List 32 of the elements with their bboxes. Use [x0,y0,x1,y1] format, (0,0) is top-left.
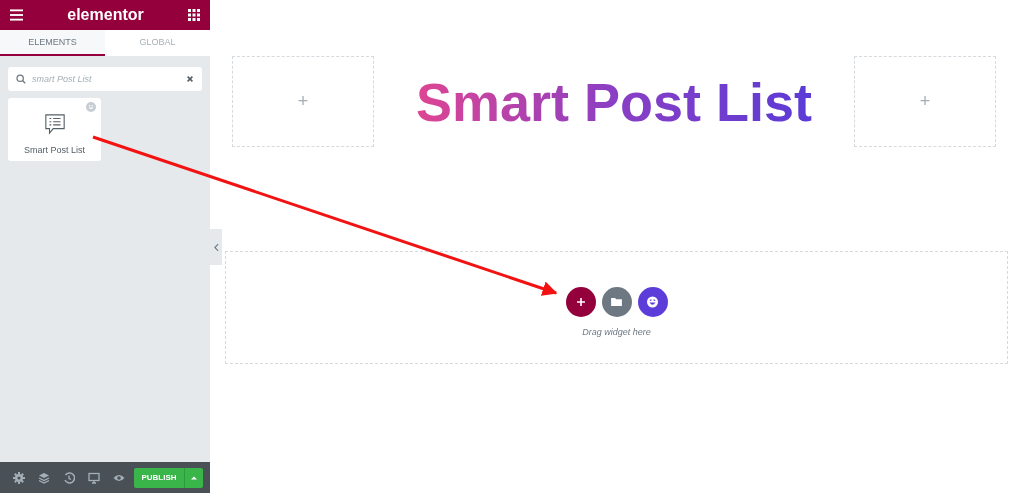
grid-icon [188,9,200,21]
layers-icon [37,471,50,484]
widget-label: Smart Post List [24,144,85,155]
widget-card[interactable]: Smart Post List [8,98,101,161]
addon-button[interactable] [637,286,668,317]
menu-button[interactable] [10,9,23,21]
clear-button[interactable] [186,75,194,83]
elementor-logo: elementor [67,6,144,24]
add-plus: + [297,91,309,112]
search-field[interactable]: smart Post List [8,67,202,91]
add-plus: + [919,91,931,112]
desktop-icon [87,471,100,484]
gear-icon [12,471,25,484]
empty-column[interactable]: + [854,56,996,147]
folder-icon [611,297,622,306]
add-template-button[interactable] [601,286,632,317]
history-icon [62,471,75,484]
smiley-icon [646,295,659,308]
close-icon [186,75,194,83]
menu-icon [10,9,23,21]
empty-column[interactable]: + [232,56,374,147]
pro-badge-icon [86,102,96,112]
plus-icon [575,296,586,307]
publish-options-button[interactable] [184,467,203,488]
widgets-grid-button[interactable] [188,9,200,21]
drop-zone-hint: Drag widget here [582,326,651,337]
post-list-icon [43,112,66,135]
caret-up-icon [191,475,197,480]
panel-tab[interactable]: ELEMENTS [0,30,105,56]
chevron-left-icon [213,242,219,252]
publish-button[interactable]: PUBLISH [134,467,184,488]
add-section-button[interactable] [565,286,596,317]
